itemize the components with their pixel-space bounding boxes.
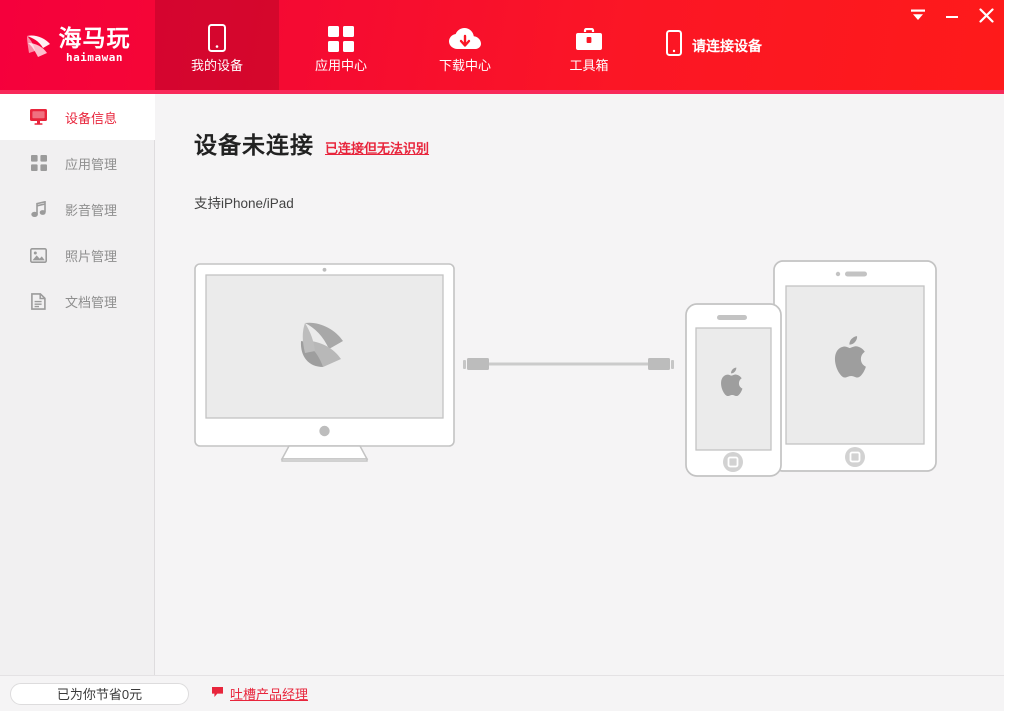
iphone-illustration (685, 303, 782, 477)
grid-apps-icon (328, 22, 354, 52)
speech-bubble-icon (211, 685, 224, 703)
supported-devices-text: 支持iPhone/iPad (194, 196, 294, 211)
toolbox-icon (576, 22, 602, 52)
imac-monitor-illustration (194, 263, 455, 462)
sidebar-item-photo-management[interactable]: 照片管理 (0, 232, 154, 278)
status-bar: 已为你节省0元 吐槽产品经理 (0, 675, 1004, 711)
monitor-icon (30, 109, 47, 126)
usb-cable-illustration (463, 358, 674, 370)
phone-outline-icon (666, 30, 682, 61)
brand-logo-cn: 海马玩 (58, 26, 131, 52)
sidebar-item-label: 文档管理 (65, 294, 118, 310)
photo-icon (30, 247, 47, 264)
ipad-illustration (773, 260, 937, 472)
main-navigation: 我的设备 应用中心 下载中心 工具箱 (155, 0, 651, 94)
brand-logo[interactable]: 海马玩 haimawan (0, 0, 155, 94)
sidebar-item-app-management[interactable]: 应用管理 (0, 140, 154, 186)
savings-badge[interactable]: 已为你节省0元 (10, 682, 189, 705)
connected-unrecognized-link[interactable]: 已连接但无法识别 (325, 138, 429, 157)
cloud-download-icon (449, 22, 481, 52)
application-window: 海马玩 haimawan 我的设备 应用中心 下载中心 工具箱 请连接设备 设备… (0, 0, 1010, 711)
sidebar: 设备信息 应用管理 影音管理 照片管理 文档管理 (0, 94, 155, 675)
nav-tab-my-device[interactable]: 我的设备 (155, 0, 279, 94)
music-note-icon (30, 200, 47, 218)
page-title: 设备未连接 (194, 132, 314, 158)
nav-tab-label: 应用中心 (314, 57, 367, 73)
sidebar-item-device-info[interactable]: 设备信息 (0, 94, 155, 140)
window-controls (908, 5, 996, 25)
menu-triangle-icon[interactable] (908, 5, 928, 25)
sidebar-item-label: 应用管理 (65, 156, 118, 172)
sidebar-item-label: 影音管理 (65, 202, 118, 218)
nav-tab-label: 工具箱 (569, 57, 609, 73)
grid-apps-icon (30, 155, 47, 172)
connect-device-label: 请连接设备 (692, 37, 762, 54)
nav-tab-label: 我的设备 (190, 57, 243, 73)
main-content: 设备未连接 已连接但无法识别 支持iPhone/iPad (156, 94, 1004, 675)
nav-tab-label: 下载中心 (438, 57, 491, 73)
connect-device-illustration (194, 260, 937, 477)
seahorse-logo-icon (26, 35, 50, 57)
window-right-edge (1004, 0, 1010, 711)
feedback-label: 吐槽产品经理 (230, 687, 309, 702)
close-icon[interactable] (976, 5, 996, 25)
nav-tab-app-center[interactable]: 应用中心 (279, 0, 403, 94)
sidebar-item-label: 照片管理 (65, 248, 118, 264)
minimize-icon[interactable] (942, 5, 962, 25)
nav-tab-toolbox[interactable]: 工具箱 (527, 0, 651, 94)
document-icon (30, 292, 47, 310)
feedback-link[interactable]: 吐槽产品经理 (211, 684, 308, 703)
page-title-row: 设备未连接 已连接但无法识别 (194, 126, 429, 160)
connect-device-status[interactable]: 请连接设备 (666, 30, 762, 61)
phone-icon (208, 22, 226, 52)
sidebar-item-document-management[interactable]: 文档管理 (0, 278, 154, 324)
app-header: 海马玩 haimawan 我的设备 应用中心 下载中心 工具箱 请连接设备 (0, 0, 1004, 94)
brand-logo-en: haimawan (66, 51, 123, 64)
nav-tab-download-center[interactable]: 下载中心 (403, 0, 527, 94)
sidebar-item-label: 设备信息 (65, 110, 118, 126)
sidebar-item-media-management[interactable]: 影音管理 (0, 186, 154, 232)
